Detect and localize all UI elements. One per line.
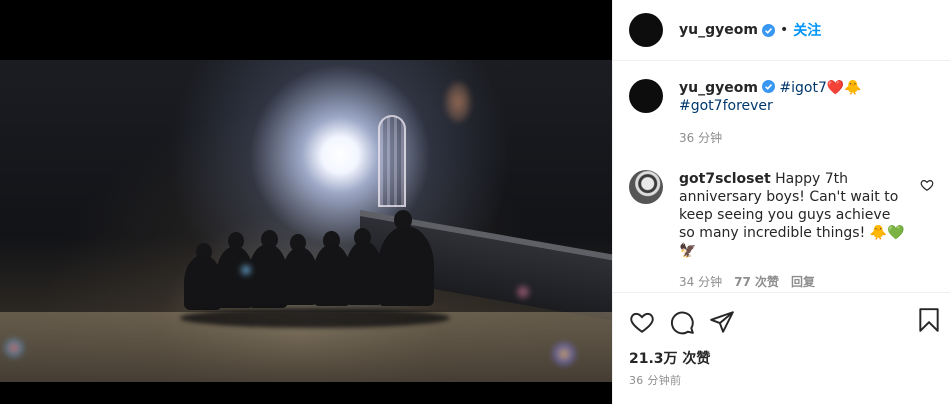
comment-meta: 34 分钟 77 次赞 回复 <box>679 273 934 290</box>
stage-photo <box>0 60 612 382</box>
comment-time[interactable]: 34 分钟 <box>679 273 722 290</box>
comment-item: got7scloset Happy 7th anniversary boys! … <box>629 170 934 260</box>
post-photo[interactable] <box>0 0 612 404</box>
heart-outline-icon[interactable] <box>920 178 934 192</box>
verified-badge-icon <box>761 23 775 37</box>
caption-meta: 36 分钟 <box>679 129 934 146</box>
lens-flare <box>445 82 471 122</box>
lens-flare <box>516 285 530 299</box>
follow-button[interactable]: 关注 <box>793 20 821 40</box>
paper-plane-icon <box>710 310 734 333</box>
comment-button[interactable] <box>669 309 695 335</box>
floor-shadow <box>180 308 450 328</box>
chick-emoji: 🐥 <box>844 80 862 96</box>
likes-count[interactable]: 21.3万 次赞 <box>613 350 950 372</box>
save-button[interactable] <box>916 307 942 337</box>
avatar[interactable] <box>629 13 663 47</box>
bookmark-icon <box>919 308 939 332</box>
verified-badge-icon <box>761 80 775 93</box>
username-link[interactable]: yu_gyeom <box>679 22 758 38</box>
lens-flare <box>240 264 252 276</box>
heart-emoji: ❤️ <box>826 80 845 96</box>
action-bar <box>613 292 950 350</box>
hashtag-link[interactable]: #got7forever <box>679 98 773 114</box>
comment-username[interactable]: got7scloset <box>679 171 771 187</box>
caption: yu_gyeom #igot7❤️🐥 #got7forever <box>629 79 934 115</box>
hashtag-link[interactable]: #igot7 <box>779 80 826 96</box>
comments-list[interactable]: yu_gyeom #igot7❤️🐥 #got7forever 36 分钟 go… <box>613 61 950 292</box>
like-button[interactable] <box>629 309 655 335</box>
comment-bubble-icon <box>671 311 694 334</box>
share-button[interactable] <box>709 309 735 335</box>
caption-text: yu_gyeom #igot7❤️🐥 #got7forever <box>679 79 909 115</box>
caption-time[interactable]: 36 分钟 <box>679 129 722 146</box>
silhouette <box>378 226 434 306</box>
separator-dot: • <box>779 22 789 38</box>
arched-window <box>378 115 406 207</box>
post-time[interactable]: 36 分钟前 <box>613 372 950 404</box>
lens-flare <box>552 342 576 366</box>
post-header: yu_gyeom • 关注 <box>613 0 950 61</box>
heart-outline-icon <box>630 312 654 333</box>
comment-likes[interactable]: 77 次赞 <box>734 273 779 290</box>
avatar[interactable] <box>629 79 663 113</box>
comment-text: got7scloset Happy 7th anniversary boys! … <box>679 170 909 260</box>
avatar[interactable] <box>629 170 663 204</box>
caption-username[interactable]: yu_gyeom <box>679 80 758 96</box>
post-sidebar: yu_gyeom • 关注 yu_gyeom #igot7❤️🐥 #got7fo… <box>612 0 950 404</box>
lens-flare <box>4 338 24 358</box>
reply-button[interactable]: 回复 <box>791 273 815 290</box>
